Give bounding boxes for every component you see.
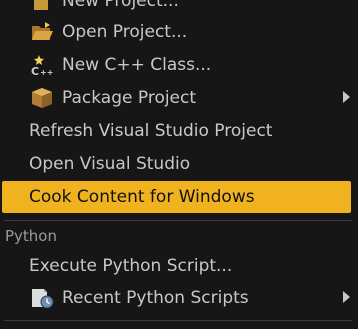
- svg-text:++: ++: [40, 68, 53, 76]
- menu-item-package-project[interactable]: Package Project: [2, 82, 351, 114]
- section-divider: [4, 320, 352, 321]
- menu-item-cook-content-for-windows[interactable]: Cook Content for Windows: [2, 181, 351, 213]
- menu-item-label: Package Project: [62, 88, 197, 108]
- package-icon: [30, 87, 54, 109]
- menu-item-label: Execute Python Script...: [29, 256, 233, 276]
- open-project-icon: [30, 21, 54, 43]
- menu-item-recent-python-scripts[interactable]: Recent Python Scripts: [2, 282, 351, 314]
- menu-item-label: Open Project...: [62, 22, 188, 42]
- python-section-header: Python: [5, 227, 57, 245]
- menu-item-label: New C++ Class...: [62, 55, 212, 75]
- menu-item-label: Recent Python Scripts: [62, 288, 249, 308]
- svg-text:C: C: [31, 65, 39, 76]
- menu-item-refresh-visual-studio-project[interactable]: Refresh Visual Studio Project: [2, 115, 351, 147]
- menu-item-new-cpp-class[interactable]: C ++ New C++ Class...: [2, 49, 351, 81]
- menu-item-open-project[interactable]: Open Project...: [2, 16, 351, 48]
- menu-item-new-project[interactable]: New Project...: [2, 0, 351, 17]
- new-project-icon: [30, 0, 54, 12]
- menu-item-execute-python-script[interactable]: Execute Python Script...: [2, 250, 351, 282]
- menu-item-open-visual-studio[interactable]: Open Visual Studio: [2, 148, 351, 180]
- recent-scripts-icon: [30, 287, 54, 309]
- file-menu-dropdown: New Project... Open Project... C ++ New …: [0, 0, 358, 329]
- new-cpp-class-icon: C ++: [30, 54, 54, 76]
- menu-item-label: Refresh Visual Studio Project: [29, 121, 273, 141]
- menu-item-label: Open Visual Studio: [29, 154, 191, 174]
- menu-item-label: Cook Content for Windows: [29, 187, 255, 207]
- submenu-arrow-icon: [343, 91, 350, 103]
- submenu-arrow-icon: [343, 291, 350, 303]
- menu-item-label: New Project...: [62, 0, 179, 11]
- section-divider: [4, 220, 352, 221]
